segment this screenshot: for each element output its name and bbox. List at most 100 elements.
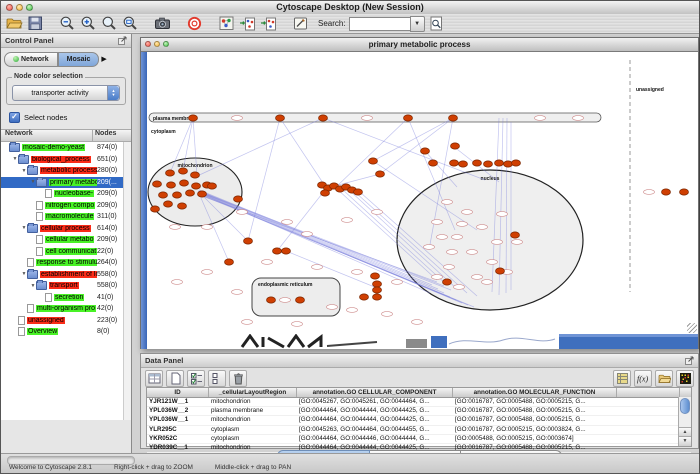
graph-node[interactable] xyxy=(282,248,291,254)
graph-node[interactable] xyxy=(680,189,689,195)
graph-node[interactable] xyxy=(225,259,234,265)
graph-node[interactable] xyxy=(153,181,162,187)
tree-item-secretion[interactable]: secretion41(0) xyxy=(1,292,131,304)
tree-item-cellular-process[interactable]: ▼cellular process614(0) xyxy=(1,223,131,235)
tree-item-multi-organism-pro[interactable]: multi-organism pro42(0) xyxy=(1,303,131,315)
graph-node[interactable] xyxy=(208,183,217,189)
float-panel-icon[interactable] xyxy=(685,356,694,365)
graph-label-node[interactable] xyxy=(237,210,248,215)
graph-label-node[interactable] xyxy=(232,116,243,121)
select-nodes-checkbox[interactable]: ✓ xyxy=(9,112,20,123)
float-panel-icon[interactable] xyxy=(118,36,127,45)
create-attribute-icon[interactable] xyxy=(166,370,184,387)
graph-node[interactable] xyxy=(360,294,369,300)
graph-node[interactable] xyxy=(164,201,173,207)
table-row[interactable]: YKR052Ccytoplasm[GO:0044464, GO:0044446,… xyxy=(147,435,691,444)
select-all-attributes-icon[interactable] xyxy=(187,370,205,387)
tree-item-cellular-metabo[interactable]: cellular metabo209(0) xyxy=(1,234,131,246)
graph-label-node[interactable] xyxy=(342,218,353,223)
graph-label-node[interactable] xyxy=(644,190,655,195)
graph-node[interactable] xyxy=(178,203,187,209)
search-input[interactable] xyxy=(349,17,410,31)
table-scrollbar-thumb[interactable] xyxy=(680,398,690,414)
zoom-selected-icon[interactable] xyxy=(121,15,139,32)
graph-node[interactable] xyxy=(179,168,188,174)
graph-node[interactable] xyxy=(511,232,520,238)
graph-label-node[interactable] xyxy=(170,225,181,230)
graph-label-node[interactable] xyxy=(497,212,508,217)
graph-label-node[interactable] xyxy=(472,275,483,280)
window-resize-grip[interactable] xyxy=(687,323,697,333)
column-header-spacer[interactable] xyxy=(617,388,680,397)
tab-network[interactable]: Network xyxy=(4,52,58,67)
graph-label-node[interactable] xyxy=(202,270,213,275)
graph-node[interactable] xyxy=(496,268,505,274)
graph-label-node[interactable] xyxy=(452,235,463,240)
column-header-annotation-go-cellular-component[interactable]: annotation.GO CELLULAR_COMPONENT xyxy=(297,388,453,397)
table-row[interactable]: YJR121W__1mitochondrion[GO:0045267, GO:0… xyxy=(147,398,691,407)
tree-item-mosaic-demo-yeast[interactable]: mosaic-demo-yeast874(0) xyxy=(1,142,131,154)
table-row[interactable]: YPL036W__1mitochondrion[GO:0044464, GO:0… xyxy=(147,416,691,425)
search-dropdown-button[interactable]: ▼ xyxy=(410,16,425,32)
graph-node[interactable] xyxy=(662,189,671,195)
import-attributes-icon[interactable] xyxy=(655,370,673,387)
tree-item-unassigned[interactable]: unassigned223(0) xyxy=(1,315,131,327)
more-tabs-arrow[interactable]: ▶ xyxy=(101,55,106,63)
graph-node[interactable] xyxy=(166,170,175,176)
select-attributes-icon[interactable] xyxy=(145,370,163,387)
tree-item-macromolecule[interactable]: macromolecule311(0) xyxy=(1,211,131,223)
graph-node[interactable] xyxy=(376,171,385,177)
graph-node[interactable] xyxy=(451,143,460,149)
graph-label-node[interactable] xyxy=(535,116,546,121)
graph-node[interactable] xyxy=(429,160,438,166)
tree-item-response-to-stimulu[interactable]: response to stimulu264(0) xyxy=(1,257,131,269)
graph-label-node[interactable] xyxy=(312,265,323,270)
graph-node[interactable] xyxy=(450,160,459,166)
graph-node[interactable] xyxy=(459,161,468,167)
scroll-down-arrow[interactable]: ▼ xyxy=(679,436,691,446)
graph-node[interactable] xyxy=(189,115,198,121)
graph-node[interactable] xyxy=(484,161,493,167)
graph-label-node[interactable] xyxy=(492,240,503,245)
graph-label-node[interactable] xyxy=(424,245,435,250)
graph-node[interactable] xyxy=(192,183,201,189)
graph-node[interactable] xyxy=(191,172,200,178)
vizmapper-icon[interactable] xyxy=(217,15,235,32)
graph-label-node[interactable] xyxy=(202,225,213,230)
network-view-titlebar[interactable]: primary metabolic process xyxy=(141,38,698,52)
graph-node[interactable] xyxy=(369,158,378,164)
graph-label-node[interactable] xyxy=(232,290,243,295)
graph-label-node[interactable] xyxy=(242,320,253,325)
graph-node[interactable] xyxy=(244,238,253,244)
graph-label-node[interactable] xyxy=(352,270,363,275)
attribute-matrix-icon[interactable] xyxy=(676,370,694,387)
graph-label-node[interactable] xyxy=(487,260,498,265)
column-header-cellularlayoutregion[interactable]: _cellularLayoutRegion xyxy=(209,388,297,397)
graph-node[interactable] xyxy=(443,279,452,285)
graph-label-node[interactable] xyxy=(392,280,403,285)
graph-label-node[interactable] xyxy=(292,322,303,327)
export-network-icon[interactable] xyxy=(259,15,277,32)
tree-item-cell-communicat[interactable]: cell communicat22(0) xyxy=(1,246,131,258)
open-session-icon[interactable] xyxy=(5,15,23,32)
graph-label-node[interactable] xyxy=(512,240,523,245)
graph-label-node[interactable] xyxy=(262,260,273,265)
graph-node[interactable] xyxy=(354,189,363,195)
graph-label-node[interactable] xyxy=(467,250,478,255)
graph-label-node[interactable] xyxy=(432,275,443,280)
graph-label-node[interactable] xyxy=(437,235,448,240)
graph-node[interactable] xyxy=(159,192,168,198)
graph-node[interactable] xyxy=(296,297,305,303)
graph-label-node[interactable] xyxy=(457,222,468,227)
graph-label-node[interactable] xyxy=(573,116,584,121)
tab-mosaic[interactable]: Mosaic xyxy=(58,52,100,67)
graph-node[interactable] xyxy=(319,115,328,121)
graph-label-node[interactable] xyxy=(432,220,443,225)
graph-label-node[interactable] xyxy=(280,298,291,303)
save-session-icon[interactable] xyxy=(26,15,44,32)
graph-node[interactable] xyxy=(151,206,160,212)
attribute-list-icon[interactable] xyxy=(613,370,631,387)
tree-item-biological-process[interactable]: ▼biological_process651(0) xyxy=(1,154,131,166)
delete-attribute-icon[interactable] xyxy=(229,370,247,387)
function-builder-icon[interactable]: f(x) xyxy=(634,370,652,387)
